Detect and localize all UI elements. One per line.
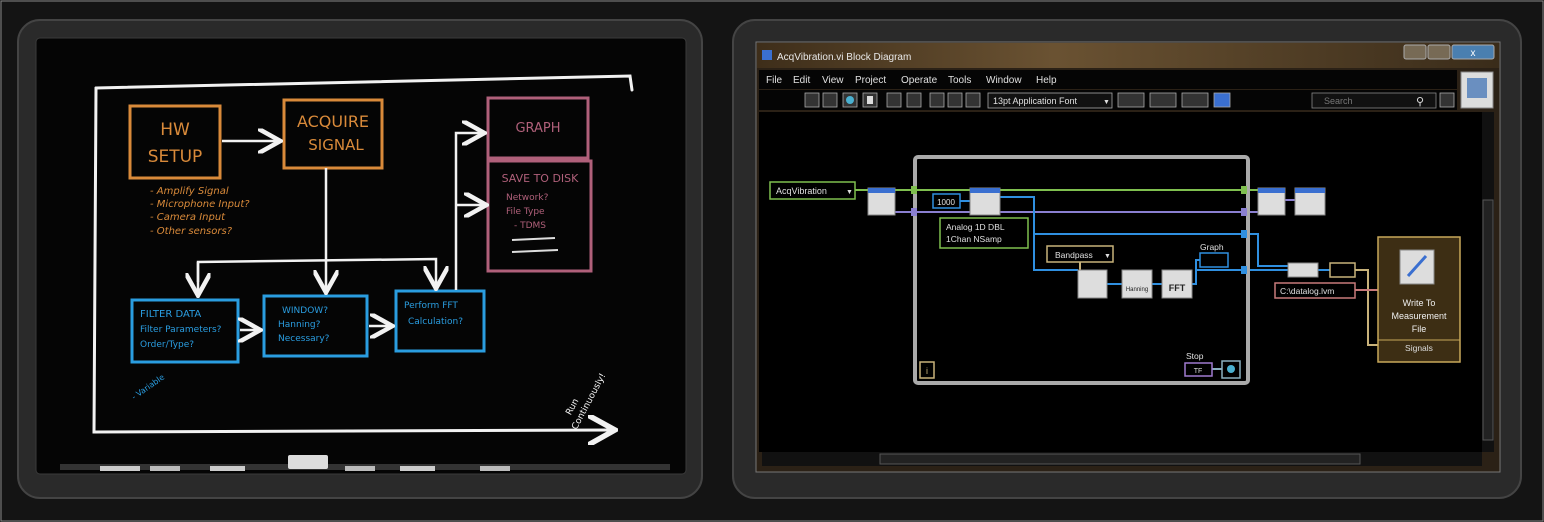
svg-text:- TDMS: - TDMS bbox=[514, 221, 546, 231]
svg-text:WINDOW?: WINDOW? bbox=[282, 306, 328, 316]
menu-tools[interactable]: Tools bbox=[948, 75, 971, 86]
svg-text:Network?: Network? bbox=[506, 193, 549, 203]
svg-text:SAVE TO DISK: SAVE TO DISK bbox=[502, 172, 580, 185]
svg-text:Necessary?: Necessary? bbox=[278, 334, 330, 344]
svg-text:i: i bbox=[926, 366, 928, 376]
menu-bar: File Edit View Project Operate Tools Win… bbox=[759, 70, 1457, 89]
window-title: AcqVibration.vi Block Diagram bbox=[777, 52, 911, 63]
svg-text:ACQUIRE: ACQUIRE bbox=[297, 112, 369, 131]
window-node[interactable] bbox=[1121, 269, 1153, 299]
svg-text:Signals: Signals bbox=[1405, 343, 1433, 353]
svg-text:SIGNAL: SIGNAL bbox=[308, 136, 364, 154]
svg-text:Perform FFT: Perform FFT bbox=[404, 301, 458, 311]
svg-text:HW: HW bbox=[160, 120, 190, 140]
chevron-down-icon: ▼ bbox=[1103, 99, 1110, 106]
help-icon[interactable] bbox=[1439, 92, 1455, 108]
menu-edit[interactable]: Edit bbox=[793, 75, 810, 86]
composite-figure: HW SETUP - Amplify Signal - Microphone I… bbox=[0, 0, 1544, 522]
svg-text:GRAPH: GRAPH bbox=[515, 121, 560, 136]
align-icon[interactable] bbox=[1117, 92, 1145, 108]
svg-text:▼: ▼ bbox=[1104, 253, 1111, 260]
stop-label: Stop bbox=[1186, 351, 1204, 361]
svg-text:- Camera Input: - Camera Input bbox=[150, 212, 226, 223]
run-continuous-icon[interactable] bbox=[822, 92, 838, 108]
menu-window[interactable]: Window bbox=[986, 75, 1022, 86]
svg-text:Filter Parameters?: Filter Parameters? bbox=[140, 325, 222, 335]
svg-text:Measurement: Measurement bbox=[1391, 311, 1447, 321]
filter-node[interactable] bbox=[1077, 269, 1108, 299]
menu-view[interactable]: View bbox=[822, 75, 844, 86]
svg-text:Write To: Write To bbox=[1403, 298, 1436, 308]
svg-text:File: File bbox=[1412, 324, 1427, 334]
close-icon: x bbox=[1471, 48, 1476, 59]
build-waveform-node[interactable] bbox=[1329, 262, 1356, 278]
labview-panel: AcqVibration.vi Block Diagram x File Edi… bbox=[732, 19, 1522, 499]
svg-text:SETUP: SETUP bbox=[148, 147, 203, 167]
svg-text:1000: 1000 bbox=[937, 198, 955, 207]
svg-text:Analog 1D DBL: Analog 1D DBL bbox=[946, 222, 1005, 232]
graph-label: Graph bbox=[1200, 242, 1224, 252]
title-bar: AcqVibration.vi Block Diagram x bbox=[757, 43, 1499, 68]
maximize-button[interactable] bbox=[1427, 44, 1451, 60]
search-icon[interactable]: ⚲ bbox=[1416, 96, 1424, 108]
svg-text:Order/Type?: Order/Type? bbox=[140, 340, 194, 350]
svg-text:Calculation?: Calculation? bbox=[408, 317, 463, 327]
run-arrow-icon[interactable] bbox=[804, 92, 820, 108]
svg-text:File Type: File Type bbox=[506, 207, 545, 217]
svg-text:FFT: FFT bbox=[1169, 283, 1186, 293]
menu-operate[interactable]: Operate bbox=[901, 75, 938, 86]
cleanup-icon[interactable] bbox=[1213, 92, 1231, 108]
svg-text:- Microphone Input?: - Microphone Input? bbox=[150, 199, 250, 210]
svg-text:▼: ▼ bbox=[846, 189, 853, 196]
distribute-icon[interactable] bbox=[1149, 92, 1177, 108]
menu-file[interactable]: File bbox=[766, 75, 783, 86]
svg-text:FILTER DATA: FILTER DATA bbox=[140, 309, 201, 320]
highlight-icon[interactable] bbox=[886, 92, 902, 108]
retain-wire-icon[interactable] bbox=[906, 92, 922, 108]
reorder-icon[interactable] bbox=[1181, 92, 1209, 108]
step-out-icon[interactable] bbox=[965, 92, 981, 108]
step-into-icon[interactable] bbox=[929, 92, 945, 108]
svg-text:Hanning: Hanning bbox=[1126, 287, 1148, 293]
graph-indicator[interactable] bbox=[1199, 252, 1229, 268]
minimize-button[interactable] bbox=[1403, 44, 1427, 60]
svg-text:1Chan NSamp: 1Chan NSamp bbox=[946, 234, 1002, 244]
vi-icon bbox=[762, 50, 772, 60]
svg-text:Hanning?: Hanning? bbox=[278, 320, 321, 330]
svg-text:AcqVibration: AcqVibration bbox=[776, 186, 827, 196]
svg-text:Search: Search bbox=[1324, 96, 1353, 106]
block-diagram[interactable]: i AcqVibration ▼ Hanning FFT 1000 Analog… bbox=[759, 112, 1494, 466]
menu-project[interactable]: Project bbox=[855, 75, 886, 86]
merge-signals-node[interactable] bbox=[1287, 262, 1319, 278]
svg-text:- Amplify Signal: - Amplify Signal bbox=[150, 186, 229, 197]
svg-text:Bandpass: Bandpass bbox=[1055, 250, 1093, 260]
svg-text:- Other sensors?: - Other sensors? bbox=[150, 226, 233, 237]
svg-text:TF: TF bbox=[1194, 368, 1203, 375]
write-to-measurement-file-vi[interactable]: Write To Measurement File Signals bbox=[1377, 236, 1461, 363]
whiteboard-panel: HW SETUP - Amplify Signal - Microphone I… bbox=[17, 19, 703, 499]
svg-text:C:\datalog.lvm: C:\datalog.lvm bbox=[1280, 286, 1334, 296]
svg-text:13pt Application Font: 13pt Application Font bbox=[993, 96, 1078, 106]
step-over-icon[interactable] bbox=[947, 92, 963, 108]
menu-help[interactable]: Help bbox=[1036, 75, 1057, 86]
